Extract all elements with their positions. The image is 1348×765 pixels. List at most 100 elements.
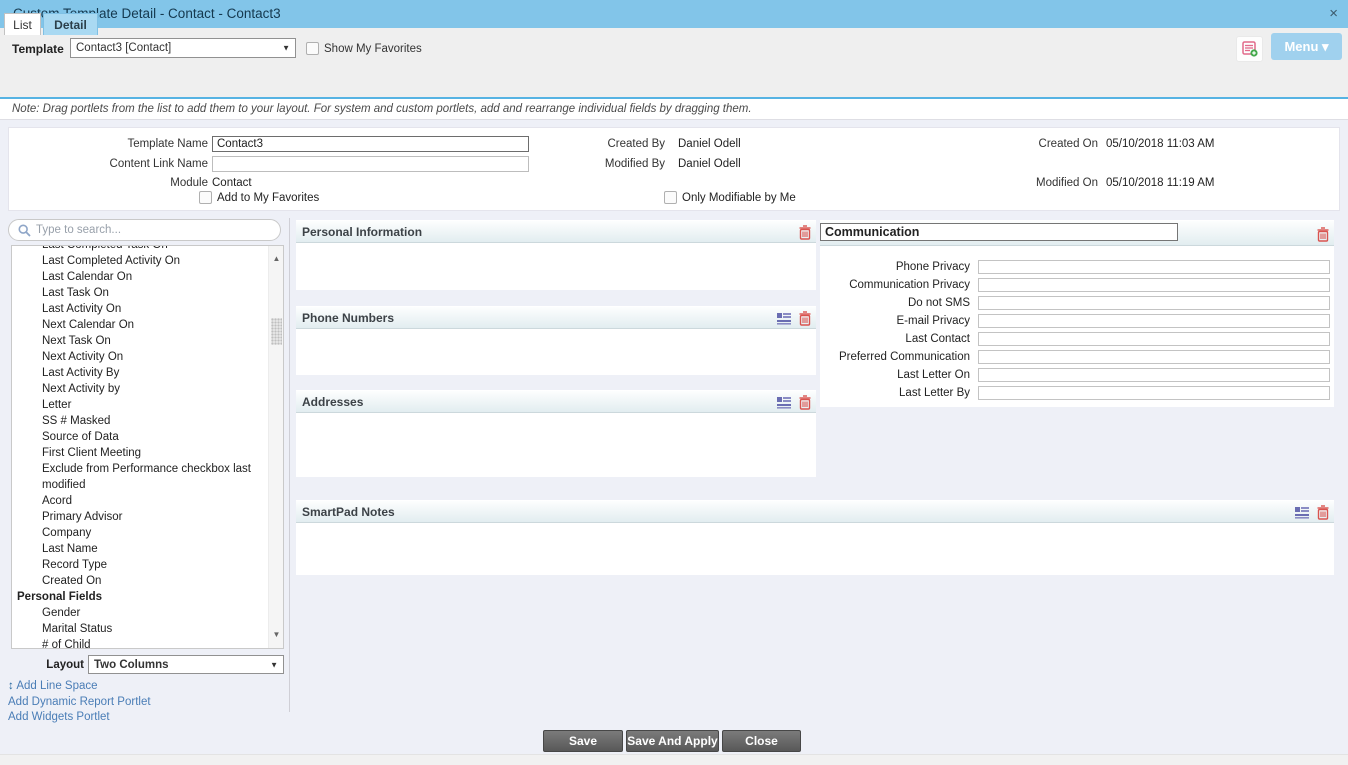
template-header-form: Template Name Content Link Name Module C… <box>8 127 1340 211</box>
field-input[interactable] <box>978 314 1330 328</box>
delete-portlet-icon[interactable] <box>1317 227 1329 245</box>
communication-field-row: Phone Privacy <box>820 259 1334 277</box>
list-item[interactable]: Gender <box>12 605 268 621</box>
personal-information-body[interactable] <box>296 243 816 290</box>
field-list-content: Last Completed Task On Last Completed Ac… <box>12 246 268 648</box>
field-label: Do not SMS <box>820 297 970 309</box>
list-item[interactable]: Last Task On <box>12 285 268 301</box>
list-item[interactable]: Next Calendar On <box>12 317 268 333</box>
list-item[interactable]: Last Completed Activity On <box>12 253 268 269</box>
close-button[interactable]: Close <box>722 730 801 752</box>
add-to-my-favorites-checkbox[interactable] <box>199 191 212 204</box>
only-modifiable-checkbox[interactable] <box>664 191 677 204</box>
panel-title: Addresses <box>302 391 363 413</box>
list-settings-icon[interactable] <box>1295 506 1309 522</box>
list-item[interactable]: Next Activity by <box>12 381 268 397</box>
personal-information-header[interactable]: Personal Information <box>296 220 816 243</box>
communication-field-row: Communication Privacy <box>820 277 1334 295</box>
list-item[interactable]: Last Completed Task On <box>12 246 268 253</box>
add-template-button[interactable] <box>1236 36 1263 62</box>
field-input[interactable] <box>978 368 1330 382</box>
content-link-name-label: Content Link Name <box>9 158 208 170</box>
field-label: Last Letter On <box>820 369 970 381</box>
tab-list[interactable]: List <box>4 13 41 35</box>
list-item-label: Last Calendar On <box>42 271 132 283</box>
list-item[interactable]: Acord <box>12 493 268 509</box>
sidebar-link[interactable]: Add Widgets Portlet <box>8 710 151 726</box>
list-item[interactable]: Created On <box>12 573 268 589</box>
layout-dropdown[interactable]: Two Columns ▼ <box>88 655 284 674</box>
list-item[interactable]: Primary Advisor <box>12 509 268 525</box>
phone-numbers-header[interactable]: Phone Numbers <box>296 306 816 329</box>
list-item-label: SS # Masked <box>42 415 110 427</box>
field-input[interactable] <box>978 386 1330 400</box>
delete-portlet-icon[interactable] <box>1317 505 1329 523</box>
list-item[interactable]: Source of Data <box>12 429 268 445</box>
close-icon[interactable]: × <box>1329 0 1338 28</box>
list-settings-icon[interactable] <box>777 396 791 412</box>
communication-field-row: E-mail Privacy <box>820 313 1334 331</box>
list-item[interactable]: Last Name <box>12 541 268 557</box>
panel-title: SmartPad Notes <box>302 501 395 523</box>
field-label: Communication Privacy <box>820 279 970 291</box>
list-item-label: # of Child <box>42 639 91 648</box>
list-item[interactable]: First Client Meeting <box>12 445 268 461</box>
search-input[interactable] <box>36 221 271 239</box>
list-item[interactable]: # of Child <box>12 637 268 648</box>
sidebar-divider <box>289 218 290 712</box>
menu-button[interactable]: Menu ▾ <box>1271 33 1342 60</box>
list-item-label: Last Activity By <box>42 367 119 379</box>
list-item[interactable]: SS # Masked <box>12 413 268 429</box>
show-my-favorites-checkbox[interactable] <box>306 42 319 55</box>
communication-header[interactable] <box>820 220 1334 246</box>
save-and-apply-button[interactable]: Save And Apply <box>626 730 719 752</box>
delete-portlet-icon[interactable] <box>799 311 811 329</box>
phone-numbers-panel: Phone Numbers <box>296 306 816 375</box>
smartpad-notes-body[interactable] <box>296 523 1334 575</box>
list-item[interactable]: Marital Status <box>12 621 268 637</box>
list-item-label: Last Completed Activity On <box>42 255 180 267</box>
show-my-favorites-label: Show My Favorites <box>324 43 422 55</box>
bottom-edge <box>0 754 1348 765</box>
communication-title-input[interactable] <box>820 223 1178 241</box>
phone-numbers-body[interactable] <box>296 329 816 375</box>
delete-portlet-icon[interactable] <box>799 225 811 243</box>
scroll-up-icon[interactable]: ▲ <box>269 252 284 266</box>
template-dropdown[interactable]: Contact3 [Contact] ▼ <box>70 38 296 58</box>
addresses-body[interactable] <box>296 413 816 477</box>
list-item[interactable]: Next Task On <box>12 333 268 349</box>
list-item[interactable]: Letter <box>12 397 268 413</box>
sidebar-link[interactable]: ↕ Add Line Space <box>8 679 151 695</box>
template-name-label: Template Name <box>9 138 208 150</box>
list-item[interactable]: Next Activity On <box>12 349 268 365</box>
smartpad-notes-header[interactable]: SmartPad Notes <box>296 500 1334 523</box>
content-link-name-input[interactable] <box>212 156 529 172</box>
template-name-input[interactable] <box>212 136 529 152</box>
delete-portlet-icon[interactable] <box>799 395 811 413</box>
field-input[interactable] <box>978 296 1330 310</box>
field-list-scrollbar[interactable]: ▲ ▼ <box>268 246 283 648</box>
field-input[interactable] <box>978 278 1330 292</box>
scrollbar-thumb[interactable] <box>271 318 282 345</box>
created-on-label: Created On <box>998 138 1098 150</box>
addresses-header[interactable]: Addresses <box>296 390 816 413</box>
list-item[interactable]: Exclude from Performance checkbox last m… <box>12 461 268 493</box>
list-item[interactable]: Company <box>12 525 268 541</box>
sidebar-link[interactable]: Add Dynamic Report Portlet <box>8 695 151 711</box>
template-dropdown-value: Contact3 [Contact] <box>76 42 171 54</box>
list-item[interactable]: Last Activity On <box>12 301 268 317</box>
list-item[interactable]: Last Calendar On <box>12 269 268 285</box>
field-input[interactable] <box>978 332 1330 346</box>
created-by-label: Created By <box>569 138 665 150</box>
list-settings-icon[interactable] <box>777 312 791 328</box>
list-item[interactable]: Personal Fields <box>12 589 268 605</box>
sidebar-links: ↕ Add Line Space Add Dynamic Report Port… <box>8 679 151 726</box>
list-item[interactable]: Record Type <box>12 557 268 573</box>
scroll-down-icon[interactable]: ▼ <box>269 628 284 642</box>
list-item-label: Last Task On <box>42 287 109 299</box>
save-button[interactable]: Save <box>543 730 623 752</box>
tab-detail[interactable]: Detail <box>43 13 98 35</box>
field-input[interactable] <box>978 350 1330 364</box>
field-input[interactable] <box>978 260 1330 274</box>
list-item[interactable]: Last Activity By <box>12 365 268 381</box>
